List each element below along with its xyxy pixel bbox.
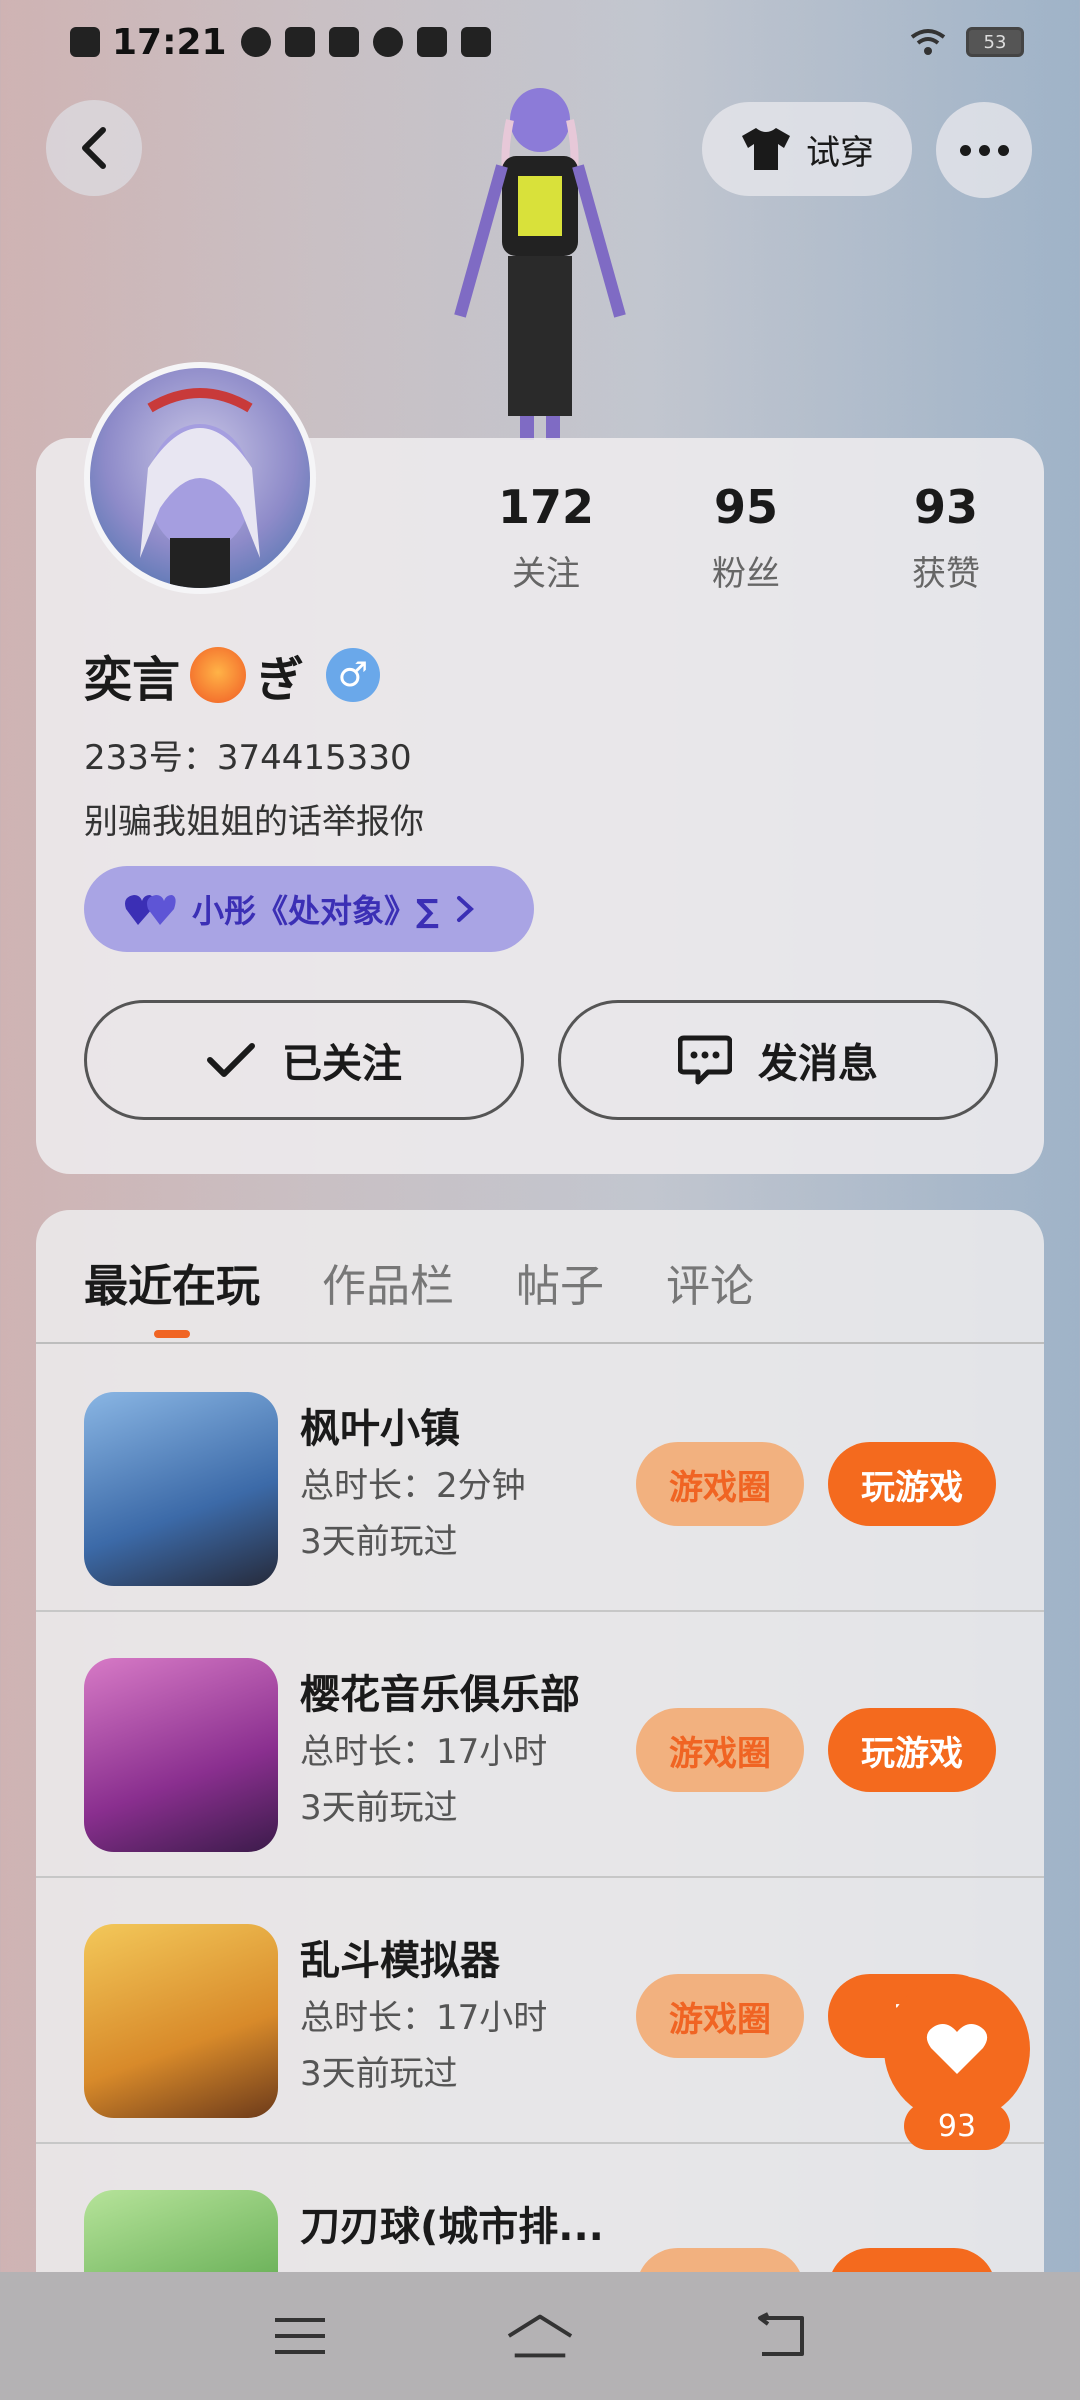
game-icon[interactable] — [84, 1392, 278, 1586]
user-bio: 别骗我姐姐的话举报你 — [84, 802, 424, 842]
notification-icon — [70, 27, 100, 57]
stat-number: 95 — [713, 480, 778, 534]
game-circle-button[interactable]: 游戏圈 — [636, 1708, 804, 1792]
heart-icon — [926, 2024, 988, 2074]
game-circle-button[interactable]: 游戏圈 — [636, 1974, 804, 2058]
chat-bubble-icon — [678, 1035, 732, 1085]
game-row[interactable]: 樱花音乐俱乐部 总时长：17小时 3天前玩过 游戏圈 玩游戏 — [36, 1612, 1044, 1878]
game-icon[interactable] — [84, 1658, 278, 1852]
crown-icon — [416, 27, 447, 57]
game-icon[interactable] — [84, 1924, 278, 2118]
username: 奕言 ぎ ♂ — [84, 640, 381, 710]
profile-stats: 172 关注 95 粉丝 93 获赞 — [446, 480, 1046, 595]
stat-number: 172 — [497, 480, 595, 534]
followed-button[interactable]: 已关注 — [84, 1000, 524, 1120]
like-fab[interactable] — [884, 1976, 1030, 2122]
menu-button[interactable] — [265, 2306, 335, 2366]
tab-works[interactable]: 作品栏 — [322, 1250, 454, 1314]
try-on-button[interactable]: 试穿 — [702, 102, 912, 196]
app-notification-icon — [240, 27, 271, 57]
stat-likes[interactable]: 93 获赞 — [846, 480, 1046, 595]
game-duration: 总时长：17小时 — [300, 1732, 548, 1772]
more-dot — [959, 144, 971, 156]
stat-followers[interactable]: 95 粉丝 — [646, 480, 846, 595]
back-arrow-icon — [758, 2312, 804, 2356]
game-title: 乱斗模拟器 — [300, 1938, 500, 1984]
play-game-button[interactable]: 玩游戏 — [828, 1442, 996, 1526]
relationship-label: 小彤《处对象》∑ — [192, 892, 439, 930]
relationship-badge[interactable]: 小彤《处对象》∑ — [84, 866, 534, 952]
more-dot — [997, 144, 1009, 156]
double-heart-icon — [125, 895, 176, 925]
tiktok-icon — [460, 27, 491, 57]
username-text: 奕言 — [84, 652, 181, 708]
check-icon — [207, 1043, 255, 1077]
game-last-played: 3天前玩过 — [300, 2054, 458, 2094]
stat-label: 粉丝 — [712, 554, 780, 594]
game-title: 枫叶小镇 — [300, 1406, 460, 1452]
male-gender-icon: ♂ — [326, 648, 381, 702]
send-message-button[interactable]: 发消息 — [558, 1000, 998, 1120]
stat-label: 关注 — [512, 554, 580, 594]
user-id: 233号：374415330 — [84, 738, 412, 778]
followed-label: 已关注 — [282, 1041, 402, 1087]
tshirt-icon — [742, 128, 790, 170]
play-game-button[interactable]: 玩游戏 — [828, 1708, 996, 1792]
status-time: 17:21 — [112, 21, 227, 63]
stat-following[interactable]: 172 关注 — [446, 480, 646, 595]
video-app-icon — [328, 27, 359, 57]
game-duration: 总时长：17小时 — [300, 1998, 548, 2038]
game-title: 樱花音乐俱乐部 — [300, 1672, 580, 1718]
status-bar: 17:21 53 — [0, 0, 1080, 84]
game-last-played: 3天前玩过 — [300, 1788, 458, 1828]
wifi-icon — [910, 29, 946, 55]
tab-comments[interactable]: 评论 — [666, 1250, 754, 1314]
back-button[interactable] — [46, 100, 142, 196]
stat-number: 93 — [913, 480, 978, 534]
game-row[interactable]: 乱斗模拟器 总时长：17小时 3天前玩过 游戏圈 玩 — [36, 1878, 1044, 2144]
home-icon — [507, 2314, 573, 2358]
username-text: ぎ — [256, 652, 305, 708]
chevron-right-icon — [456, 896, 474, 922]
battery-icon: 53 — [966, 27, 1024, 57]
back-nav-button[interactable] — [745, 2306, 815, 2366]
send-message-label: 发消息 — [758, 1041, 878, 1087]
video-app-icon — [284, 27, 315, 57]
more-button[interactable] — [936, 102, 1032, 198]
game-last-played: 3天前玩过 — [300, 1522, 458, 1562]
game-duration: 总时长：2分钟 — [300, 1466, 526, 1506]
avatar[interactable] — [84, 362, 316, 594]
tab-posts[interactable]: 帖子 — [516, 1250, 604, 1314]
try-on-label: 试穿 — [806, 132, 874, 173]
like-count: 93 — [904, 2102, 1010, 2150]
menu-icon — [275, 2318, 325, 2354]
game-row[interactable]: 枫叶小镇 总时长：2分钟 3天前玩过 游戏圈 玩游戏 — [36, 1346, 1044, 1612]
home-button[interactable] — [505, 2306, 575, 2366]
app-notification-icon — [372, 27, 403, 57]
stat-label: 获赞 — [912, 554, 980, 594]
tab-indicator — [154, 1330, 190, 1338]
tab-recently-played[interactable]: 最近在玩 — [84, 1250, 260, 1314]
game-circle-button[interactable]: 游戏圈 — [636, 1442, 804, 1526]
profile-tabs: 最近在玩 作品栏 帖子 评论 — [84, 1250, 754, 1314]
avatar-image — [140, 388, 260, 588]
game-title: 刀刃球(城市排... — [300, 2204, 604, 2250]
emoji-face-icon — [190, 647, 247, 703]
avatar-3d-figure[interactable] — [440, 86, 640, 440]
system-nav-bar — [0, 2272, 1080, 2400]
chevron-left-icon — [82, 127, 106, 169]
more-dot — [978, 144, 990, 156]
divider — [36, 1342, 1044, 1344]
